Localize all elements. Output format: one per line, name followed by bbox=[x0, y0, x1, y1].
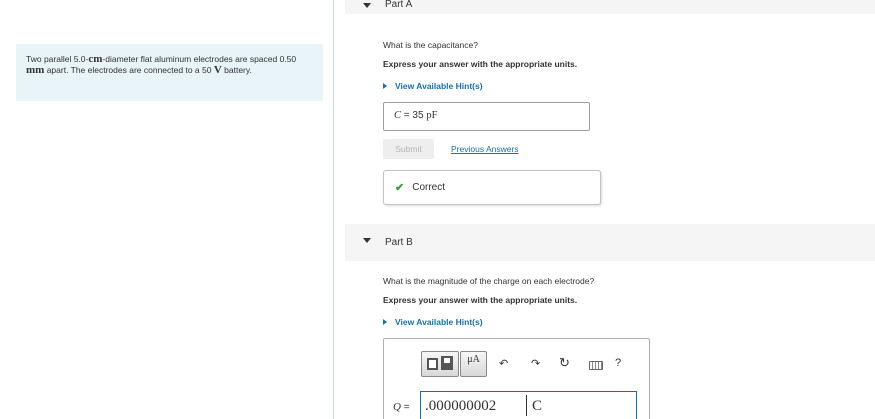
correct-feedback: ✔ Correct bbox=[383, 170, 601, 205]
voltage-unit: V bbox=[213, 64, 222, 76]
part-b-question: What is the magnitude of the charge on e… bbox=[383, 276, 595, 286]
help-icon[interactable]: ? bbox=[615, 357, 621, 369]
answer-variable: Q bbox=[393, 401, 401, 413]
voltage-value: 50 bbox=[202, 65, 214, 75]
answer-value[interactable]: .000000002 bbox=[425, 398, 496, 415]
caret-right-icon bbox=[383, 319, 387, 325]
correct-label: Correct bbox=[412, 182, 446, 193]
template-fraction-icon bbox=[444, 358, 450, 363]
problem-statement: Two parallel 5.0-cm-diameter flat alumin… bbox=[16, 44, 323, 101]
answer-equals: = bbox=[401, 110, 413, 121]
caret-down-icon bbox=[363, 3, 371, 8]
part-a-answer-field[interactable]: C = 35 pF bbox=[383, 102, 590, 131]
answer-value: 35 bbox=[412, 110, 427, 121]
problem-text: -diameter flat aluminum electrodes are s… bbox=[102, 54, 280, 64]
part-a-header[interactable]: Part A bbox=[345, 0, 875, 14]
problem-text: Two parallel bbox=[26, 54, 74, 64]
spacing-unit: mm bbox=[26, 64, 45, 76]
answer-math-input[interactable]: .000000002 C bbox=[420, 391, 637, 419]
value-unit-separator bbox=[526, 395, 527, 416]
part-b-header[interactable]: Part B bbox=[345, 224, 875, 261]
diameter-value: 5.0- bbox=[73, 54, 89, 64]
submit-button[interactable]: Submit bbox=[383, 139, 434, 159]
templates-button[interactable] bbox=[421, 351, 459, 377]
answer-label: Q = bbox=[393, 401, 410, 413]
part-b-title: Part B bbox=[385, 237, 413, 248]
caret-right-icon bbox=[383, 83, 387, 89]
caret-down-icon bbox=[363, 238, 371, 243]
hint-label: View Available Hint(s) bbox=[395, 81, 483, 91]
part-a-instruction: Express your answer with the appropriate… bbox=[383, 59, 578, 69]
problem-text: battery. bbox=[221, 65, 252, 75]
undo-icon[interactable]: ↶ bbox=[499, 357, 508, 370]
answer-equals: = bbox=[400, 402, 410, 413]
answer-unit: pF bbox=[426, 110, 438, 121]
hint-label: View Available Hint(s) bbox=[395, 317, 483, 327]
checkmark-icon: ✔ bbox=[395, 182, 405, 194]
part-b-answer-editor: μA ↶ ↷ ↻ ? Q = .000000002 C bbox=[383, 338, 650, 419]
template-box-icon bbox=[427, 358, 438, 370]
part-a-question: What is the capacitance? bbox=[383, 40, 478, 50]
diameter-unit: cm bbox=[88, 53, 103, 65]
spacing-value: 0.50 bbox=[279, 54, 297, 64]
redo-icon[interactable]: ↷ bbox=[531, 357, 540, 370]
previous-answers-link[interactable]: Previous Answers bbox=[451, 144, 519, 154]
column-divider bbox=[333, 0, 334, 419]
answer-unit[interactable]: C bbox=[532, 398, 542, 415]
reset-icon[interactable]: ↻ bbox=[559, 355, 570, 371]
keyboard-icon[interactable] bbox=[589, 361, 603, 370]
part-a-hint-link[interactable]: View Available Hint(s) bbox=[383, 81, 483, 91]
answer-variable: C bbox=[394, 110, 402, 121]
part-b-instruction: Express your answer with the appropriate… bbox=[383, 295, 578, 305]
units-button[interactable]: μA bbox=[460, 351, 487, 377]
part-b-hint-link[interactable]: View Available Hint(s) bbox=[383, 317, 483, 327]
problem-text: apart. The electrodes are connected to a bbox=[44, 65, 202, 75]
part-a-title: Part A bbox=[385, 0, 413, 10]
